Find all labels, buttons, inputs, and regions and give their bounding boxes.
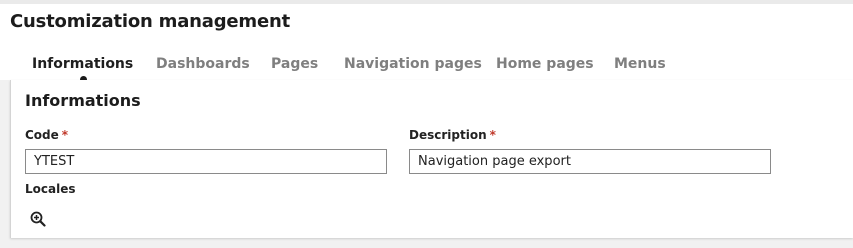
- code-input[interactable]: [25, 149, 387, 174]
- section-title: Informations: [25, 91, 141, 110]
- tab-navigation-pages[interactable]: Navigation pages: [344, 56, 482, 72]
- tab-label: Navigation pages: [344, 56, 482, 72]
- tab-menus[interactable]: Menus: [614, 56, 666, 72]
- tab-informations[interactable]: Informations: [32, 56, 134, 83]
- tab-pages[interactable]: Pages: [271, 56, 318, 72]
- required-marker: *: [61, 128, 69, 142]
- locales-zoom-button[interactable]: [30, 211, 46, 227]
- tab-label: Informations: [32, 56, 134, 72]
- locales-label: Locales: [25, 182, 76, 196]
- tab-home-pages[interactable]: Home pages: [496, 56, 594, 72]
- description-label: Description *: [409, 128, 496, 142]
- tab-dashboards[interactable]: Dashboards: [156, 56, 250, 72]
- description-label-text: Description: [409, 128, 487, 142]
- description-input[interactable]: [409, 149, 771, 174]
- code-label: Code *: [25, 128, 68, 142]
- tab-label: Home pages: [496, 56, 594, 72]
- zoom-in-icon: [30, 211, 46, 227]
- required-marker: *: [489, 128, 496, 142]
- page-title: Customization management: [10, 11, 291, 32]
- page-header: Customization management Informations Da…: [0, 4, 853, 83]
- tab-label: Menus: [614, 56, 666, 72]
- tab-label: Pages: [271, 56, 319, 72]
- tab-label: Dashboards: [156, 56, 250, 72]
- informations-section: Informations Code* Description* Locales: [10, 80, 853, 238]
- code-label-text: Code: [25, 128, 59, 142]
